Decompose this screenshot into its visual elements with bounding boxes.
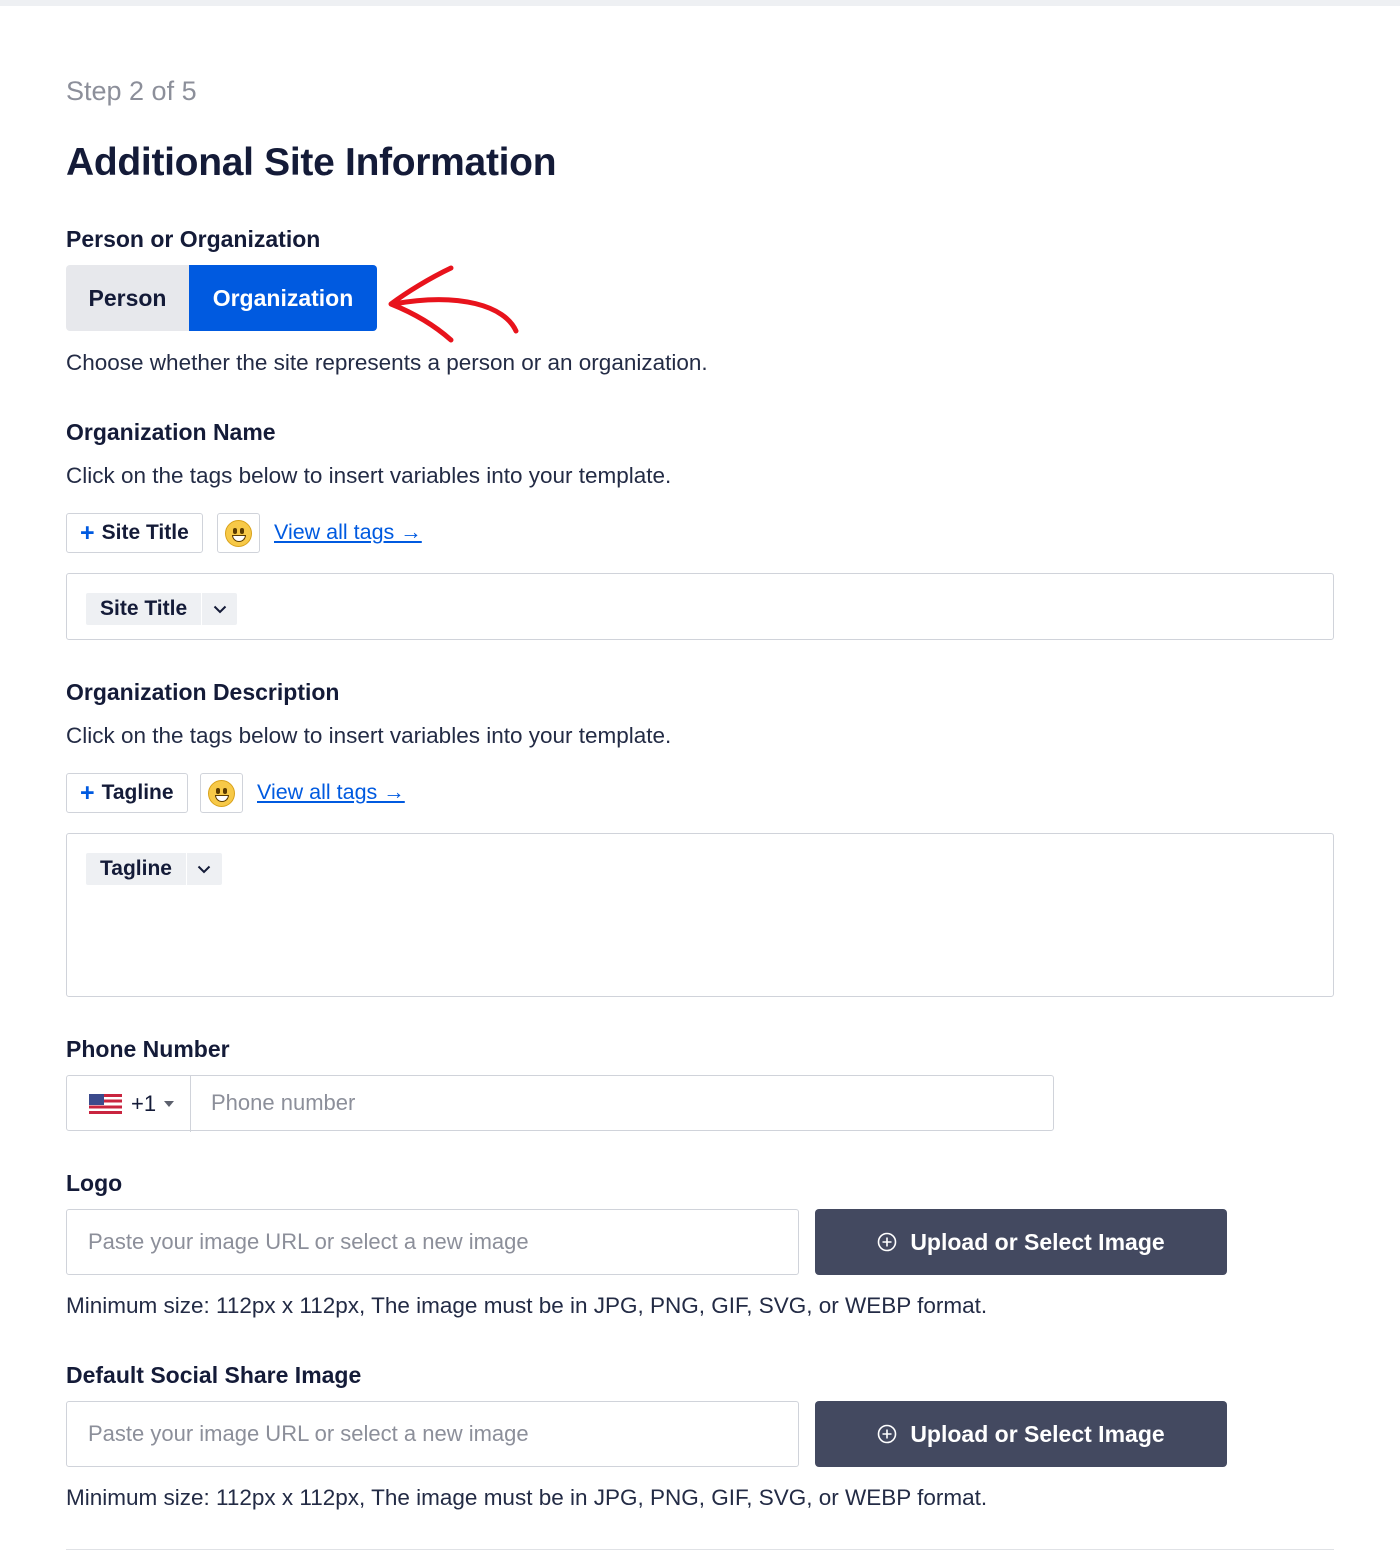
step-indicator: Step 2 of 5	[66, 76, 197, 106]
annotation-arrow-icon	[388, 265, 519, 343]
logo-upload-button[interactable]: Upload or Select Image	[815, 1209, 1227, 1275]
plus-circle-icon	[878, 1424, 897, 1444]
page-title: Additional Site Information	[66, 141, 557, 184]
org-name-input[interactable]: Site Title	[66, 573, 1334, 640]
social-image-url-input[interactable]	[66, 1401, 799, 1467]
caret-down-icon	[164, 1101, 175, 1107]
person-or-org-description: Choose whether the site represents a per…	[66, 350, 708, 375]
person-option[interactable]: Person	[66, 265, 189, 331]
logo-help-text: Minimum size: 112px x 112px, The image m…	[66, 1293, 988, 1318]
tag-button-label: Site Title	[101, 521, 189, 544]
org-name-description: Click on the tags below to insert variab…	[66, 463, 672, 488]
us-flag-icon	[89, 1094, 122, 1114]
logo-url-input[interactable]	[66, 1209, 799, 1275]
section-divider	[66, 1549, 1334, 1550]
phone-number-input[interactable]	[191, 1076, 1053, 1130]
org-name-label: Organization Name	[66, 419, 276, 445]
tag-button-label: Tagline	[101, 781, 174, 804]
emoji-button[interactable]	[217, 513, 260, 553]
plus-circle-icon	[878, 1232, 897, 1252]
add-tagline-tag-button[interactable]: + Tagline	[66, 773, 188, 813]
social-image-help-text: Minimum size: 112px x 112px, The image m…	[66, 1485, 988, 1510]
phone-number-label: Phone Number	[66, 1036, 230, 1062]
chip-label: Site Title	[100, 597, 188, 620]
upload-button-label: Upload or Select Image	[910, 1420, 1165, 1447]
country-code: +1	[131, 1091, 157, 1116]
phone-number-field: +1	[66, 1075, 1054, 1132]
person-or-org-label: Person or Organization	[66, 226, 321, 252]
logo-label: Logo	[66, 1170, 123, 1196]
person-org-toggle: Person Organization	[66, 265, 377, 331]
organization-option[interactable]: Organization	[189, 265, 377, 331]
chevron-down-icon[interactable]	[201, 593, 237, 625]
view-all-tags-link[interactable]: View all tags →	[274, 520, 422, 545]
site-title-chip[interactable]: Site Title	[86, 593, 238, 625]
chevron-down-icon[interactable]	[185, 853, 222, 885]
chip-label: Tagline	[100, 857, 172, 880]
upload-button-label: Upload or Select Image	[910, 1228, 1165, 1255]
org-description-help: Click on the tags below to insert variab…	[66, 723, 672, 748]
social-image-label: Default Social Share Image	[66, 1362, 362, 1388]
emoji-button[interactable]	[200, 773, 243, 813]
smiley-icon	[208, 779, 235, 807]
add-site-title-tag-button[interactable]: + Site Title	[66, 513, 203, 553]
org-description-textarea[interactable]: Tagline	[66, 833, 1334, 997]
top-divider	[0, 0, 1400, 6]
smiley-icon	[225, 519, 252, 547]
country-code-selector[interactable]: +1	[67, 1076, 191, 1132]
org-description-label: Organization Description	[66, 679, 340, 705]
plus-icon: +	[80, 518, 95, 547]
plus-icon: +	[80, 778, 95, 807]
view-all-tags-link[interactable]: View all tags →	[257, 780, 405, 805]
social-image-upload-button[interactable]: Upload or Select Image	[815, 1401, 1227, 1467]
tagline-chip[interactable]: Tagline	[86, 853, 222, 885]
